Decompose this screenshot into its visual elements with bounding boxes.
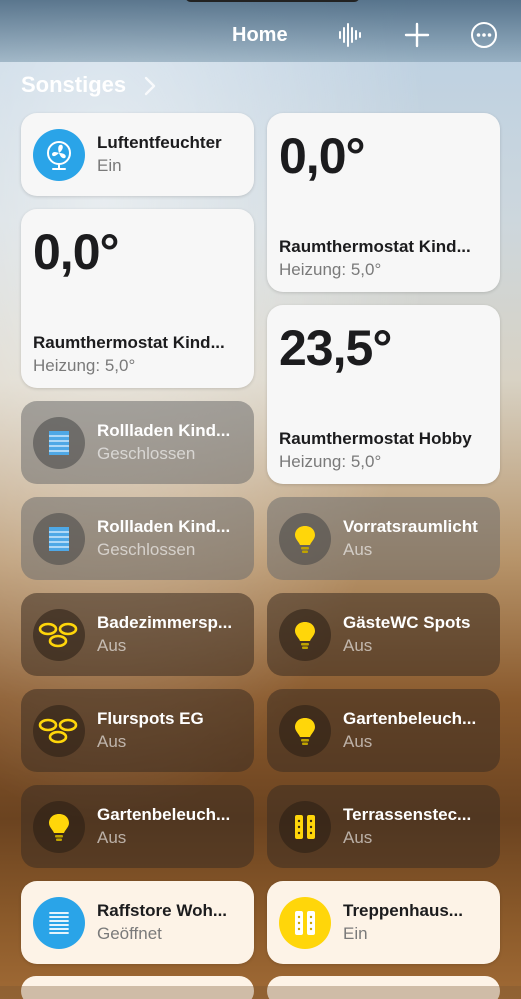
tile-name: Rollladen Kind... — [97, 421, 231, 440]
device-notch — [185, 0, 360, 2]
more-icon[interactable] — [469, 20, 499, 50]
tile-raffstore[interactable]: Raffstore Woh... Geöffnet — [21, 881, 254, 964]
tile-raumthermostat-kind-1[interactable]: 0,0° Raumthermostat Kind... Heizung: 5,0… — [21, 209, 254, 388]
bulb-icon — [279, 609, 331, 661]
tile-badezimmerspots[interactable]: Badezimmersp... Aus — [21, 593, 254, 676]
tile-name: Treppenhaus... — [343, 901, 463, 920]
tile-name: Luftentfeuchter — [97, 133, 222, 152]
bulb-icon — [33, 801, 85, 853]
bulb-icon — [279, 705, 331, 757]
tile-name: Raumthermostat Kind... — [33, 333, 225, 352]
power-strip-icon — [279, 897, 331, 949]
temperature-value: 0,0° — [279, 128, 366, 184]
tile-name: Raumthermostat Hobby — [279, 429, 472, 448]
tile-name: Rollladen Kind... — [97, 517, 231, 536]
tile-name: Vorratsraumlicht — [343, 517, 478, 536]
tile-state: Heizung: 5,0° — [279, 452, 382, 471]
tile-state: Aus — [343, 828, 373, 847]
tile-vorratsraumlicht[interactable]: Vorratsraumlicht Aus — [267, 497, 500, 580]
spots-icon — [33, 705, 85, 757]
temperature-value: 23,5° — [279, 320, 392, 376]
fan-icon — [33, 129, 85, 181]
tile-name: Gartenbeleuch... — [343, 709, 477, 728]
tile-name: Badezimmersp... — [97, 613, 233, 632]
raffstore-icon — [33, 897, 85, 949]
tile-luftentfeuchter[interactable]: Luftentfeuchter Ein — [21, 113, 254, 196]
tile-state: Ein — [97, 156, 122, 175]
tile-state: Aus — [97, 636, 127, 655]
temperature-value: 0,0° — [33, 224, 120, 280]
tile-state: Aus — [343, 636, 373, 655]
tile-name: Gartenbeleuch... — [97, 805, 231, 824]
spots-icon — [33, 609, 85, 661]
tile-name: GästeWC Spots — [343, 613, 471, 632]
tile-state: Heizung: 5,0° — [279, 260, 382, 279]
top-bar: Home — [0, 0, 521, 62]
tile-flurspots-eg[interactable]: Flurspots EG Aus — [21, 689, 254, 772]
tile-gaestewc-spots[interactable]: GästeWC Spots Aus — [267, 593, 500, 676]
add-icon[interactable] — [402, 20, 432, 50]
tile-state: Aus — [343, 540, 373, 559]
tile-gartenbeleuchtung-2[interactable]: Gartenbeleuch... Aus — [267, 689, 500, 772]
tile-state: Geöffnet — [97, 924, 162, 943]
power-strip-icon — [279, 801, 331, 853]
tile-state: Aus — [97, 732, 127, 751]
blinds-icon — [33, 417, 85, 469]
tile-raumthermostat-hobby[interactable]: 23,5° Raumthermostat Hobby Heizung: 5,0° — [267, 305, 500, 484]
tile-name: Flurspots EG — [97, 709, 204, 728]
tile-rollladen-kind-2[interactable]: Rollladen Kind... Geschlossen — [21, 497, 254, 580]
tile-treppenhaus[interactable]: Treppenhaus... Ein — [267, 881, 500, 964]
tile-name: Raffstore Woh... — [97, 901, 228, 920]
tile-rollladen-kind-1[interactable]: Rollladen Kind... Geschlossen — [21, 401, 254, 484]
tile-raumthermostat-kind-2[interactable]: 0,0° Raumthermostat Kind... Heizung: 5,0… — [267, 113, 500, 292]
tile-state: Geschlossen — [97, 540, 196, 559]
section-title[interactable]: Sonstiges — [21, 72, 126, 98]
tab-bar — [0, 986, 521, 999]
tile-state: Heizung: 5,0° — [33, 356, 136, 375]
tile-terrassensteckdose[interactable]: Terrassenstec... Aus — [267, 785, 500, 868]
tile-name: Terrassenstec... — [343, 805, 472, 824]
blinds-icon — [33, 513, 85, 565]
bulb-icon — [279, 513, 331, 565]
tile-state: Aus — [343, 732, 373, 751]
tile-state: Aus — [97, 828, 127, 847]
tile-state: Geschlossen — [97, 444, 196, 463]
chevron-right-icon[interactable] — [143, 75, 157, 97]
tile-name: Raumthermostat Kind... — [279, 237, 471, 256]
page-title: Home — [232, 24, 288, 46]
voice-intercom-icon[interactable] — [335, 20, 365, 50]
tile-gartenbeleuchtung-1[interactable]: Gartenbeleuch... Aus — [21, 785, 254, 868]
tile-state: Ein — [343, 924, 368, 943]
